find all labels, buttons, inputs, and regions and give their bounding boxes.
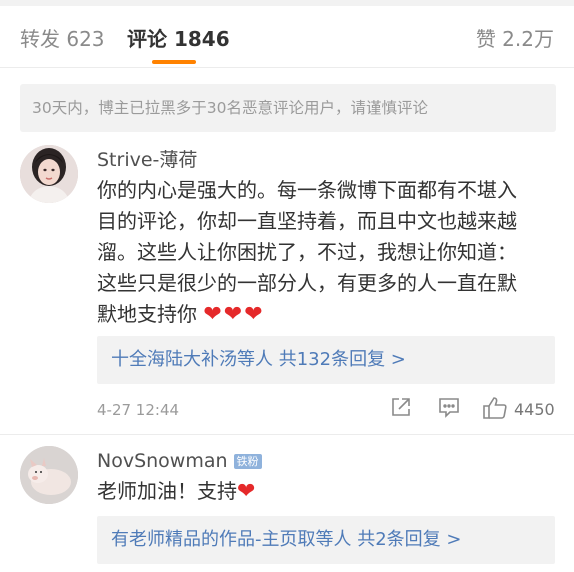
comment-line: 老师加油！支持 — [97, 479, 237, 503]
comment-divider — [0, 434, 574, 435]
fan-badge: 铁粉 — [233, 454, 262, 469]
comment-username[interactable]: Strive-薄荷 — [97, 148, 197, 172]
replies-link[interactable]: 有老师精品的作品-主页取等人 共2条回复 > — [97, 516, 555, 564]
comment-line: 目的评论，你却一直坚持着，而且中文也越来越 — [97, 209, 517, 233]
comment-notice: 30天内，博主已拉黑多于30名恶意评论用户，请谨慎评论 — [20, 84, 556, 132]
comment-text: 老师加油！支持❤ — [97, 476, 557, 507]
share-icon[interactable] — [390, 396, 412, 422]
comment-username-text[interactable]: NovSnowman — [97, 450, 228, 472]
comment-icon[interactable] — [437, 396, 461, 422]
comment-timestamp: 4-27 12:44 — [97, 401, 180, 419]
heart-emoji: ❤ — [237, 479, 258, 504]
comment-text: 你的内心是强大的。每一条微博下面都有不堪入 目的评论，你却一直坚持着，而且中文也… — [97, 175, 557, 330]
avatar-photo-icon — [20, 446, 78, 504]
replies-link[interactable]: 十全海陆大补汤等人 共132条回复 > — [97, 336, 555, 384]
like-count: 4450 — [514, 400, 555, 419]
avatar[interactable] — [20, 446, 78, 504]
comment-line: 溜。这些人让你困扰了，不过，我想让你知道： — [97, 240, 517, 264]
active-tab-indicator — [152, 60, 196, 64]
tab-comments[interactable]: 评论 1846 — [127, 26, 230, 52]
like-icon[interactable] — [482, 396, 508, 424]
tab-bar: 转发 623 评论 1846 赞 2.2万 — [0, 6, 574, 68]
avatar-photo-icon — [20, 145, 78, 203]
comment-username[interactable]: NovSnowman 铁粉 — [97, 449, 262, 473]
avatar[interactable] — [20, 145, 78, 203]
tab-repost[interactable]: 转发 623 — [20, 26, 105, 52]
comment-line: 你的内心是强大的。每一条微博下面都有不堪入 — [97, 178, 517, 202]
comment-line: 这些只是很少的一部分人，有更多的人一直在默 — [97, 271, 517, 295]
heart-emoji: ❤❤❤ — [203, 302, 265, 327]
tab-likes[interactable]: 赞 2.2万 — [476, 26, 554, 52]
comment-line: 默地支持你 — [97, 302, 197, 326]
comment-line-last: 默地支持你 ❤❤❤ — [97, 299, 557, 330]
